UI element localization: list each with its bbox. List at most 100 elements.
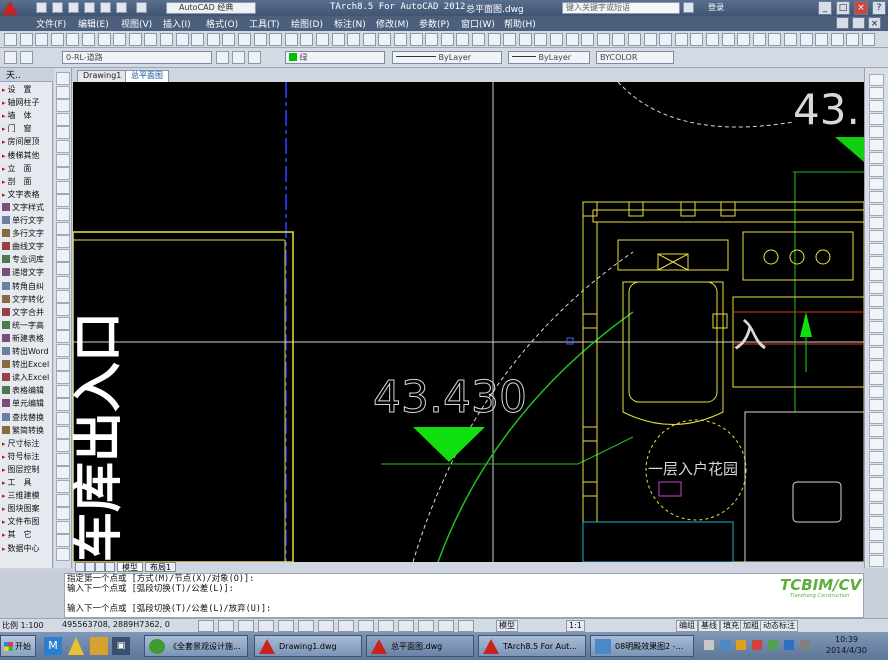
model-space-button[interactable]: 模型	[496, 620, 518, 632]
draw-tool-icon[interactable]	[56, 180, 70, 194]
task-tarch[interactable]: TArch8.5 For Aut...	[478, 635, 586, 657]
group-button[interactable]: 编组	[676, 620, 698, 632]
menu-window[interactable]: 窗口(W)	[461, 17, 495, 30]
palette-item[interactable]: ▸ 门 窗	[2, 123, 52, 134]
tab-nav-next[interactable]	[95, 562, 105, 572]
toolbar-tool-icon[interactable]	[378, 33, 392, 46]
toolbar-tool-icon[interactable]	[440, 33, 454, 46]
draw-tool-icon[interactable]	[56, 412, 70, 425]
drafting-toggle-button[interactable]	[298, 620, 314, 632]
palette-item[interactable]: ▸ 工 具	[2, 477, 52, 488]
drafting-toggle-button[interactable]	[378, 620, 394, 632]
toolbar-tool-icon[interactable]	[612, 33, 626, 46]
clock[interactable]: 10:39 2014/4/30	[826, 634, 867, 656]
redo-icon[interactable]	[136, 2, 147, 13]
modify-tool-icon[interactable]	[869, 321, 884, 333]
modify-tool-icon[interactable]	[869, 256, 884, 268]
undo-icon[interactable]	[116, 2, 127, 13]
maxthon-icon[interactable]: M	[44, 637, 62, 655]
doc-close-button[interactable]: ×	[868, 17, 881, 29]
layer-state-icon[interactable]	[20, 51, 33, 64]
drawing-canvas[interactable]: 43. 43.430 一层入户花园 入 车库出入口	[73, 82, 864, 562]
palette-item[interactable]: ▸ 剖 面	[2, 176, 52, 187]
layer-previous-icon[interactable]	[232, 51, 245, 64]
toolbar-tool-icon[interactable]	[737, 33, 751, 46]
doc-restore-button[interactable]	[852, 17, 865, 29]
palette-item[interactable]: ▸ 图层控制	[2, 464, 52, 475]
modify-tool-icon[interactable]	[869, 334, 884, 346]
plotstyle-dropdown[interactable]: BYCOLOR	[596, 51, 674, 64]
palette-item[interactable]: ▸ 楼梯其他	[2, 150, 52, 161]
modify-tool-icon[interactable]	[869, 464, 884, 476]
draw-tool-icon[interactable]	[56, 303, 70, 317]
fill-button[interactable]: 填充	[720, 620, 742, 632]
toolbar-tool-icon[interactable]	[160, 33, 173, 46]
palette-item[interactable]: 新建表格	[2, 333, 52, 344]
toolbar-tool-icon[interactable]	[284, 33, 298, 46]
toolbar-tool-icon[interactable]	[550, 33, 563, 46]
drafting-toggle-button[interactable]	[318, 620, 334, 632]
draw-tool-icon[interactable]	[56, 344, 70, 357]
palette-item[interactable]: ▸ 数据中心	[2, 543, 52, 554]
plot-icon[interactable]	[100, 2, 111, 13]
task-image-viewer[interactable]: 08明殿效果图2 -...	[590, 635, 694, 657]
menu-parametric[interactable]: 参数(P)	[419, 17, 449, 30]
drafting-toggle-button[interactable]	[398, 620, 414, 632]
bluetooth-icon[interactable]	[784, 640, 794, 650]
palette-item[interactable]: 查找替换	[2, 412, 52, 423]
menu-help[interactable]: 帮助(H)	[504, 17, 536, 30]
tab-nav-first[interactable]	[75, 562, 85, 572]
network-icon[interactable]	[720, 640, 730, 650]
autocad-logo-icon[interactable]	[2, 1, 18, 15]
toolbar-tool-icon[interactable]	[316, 33, 329, 46]
tab-site-plan[interactable]: 总平面图	[125, 70, 169, 82]
palette-item[interactable]: 文字转化	[2, 294, 52, 305]
modify-tool-icon[interactable]	[869, 516, 884, 528]
menu-modify[interactable]: 修改(M)	[376, 17, 409, 30]
annotation-scale[interactable]: 1:1	[566, 620, 585, 632]
draw-tool-icon[interactable]	[56, 167, 70, 181]
toolbar-tool-icon[interactable]	[175, 33, 189, 46]
toolbar-tool-icon[interactable]	[253, 33, 267, 46]
modify-tool-icon[interactable]	[869, 503, 884, 515]
toolbar-tool-icon[interactable]	[206, 33, 220, 46]
draw-tool-icon[interactable]	[56, 221, 70, 235]
toolbar-tool-icon[interactable]	[409, 33, 423, 46]
workspace-switcher[interactable]: AutoCAD 经典	[166, 2, 256, 14]
toolbar-tool-icon[interactable]	[456, 33, 470, 46]
palette-item[interactable]: ▸ 尺寸标注	[2, 438, 52, 449]
modify-tool-icon[interactable]	[869, 399, 884, 411]
toolbar-tool-icon[interactable]	[191, 33, 205, 46]
menu-dimension[interactable]: 标注(N)	[334, 17, 366, 30]
toolbar-tool-icon[interactable]	[222, 33, 236, 46]
menu-draw[interactable]: 绘图(D)	[291, 17, 323, 30]
toolbar-tool-icon[interactable]	[721, 33, 735, 46]
layer-manager-icon[interactable]	[4, 51, 17, 64]
modify-tool-icon[interactable]	[869, 542, 884, 554]
color-dropdown[interactable]: 绿	[285, 51, 385, 64]
draw-tool-icon[interactable]	[56, 194, 70, 208]
toolbar-tool-icon[interactable]	[128, 33, 142, 46]
draw-tool-icon[interactable]	[56, 534, 70, 548]
draw-tool-icon[interactable]	[56, 371, 70, 385]
drafting-toggle-button[interactable]	[218, 620, 234, 632]
modify-tool-icon[interactable]	[869, 204, 884, 216]
folder-icon[interactable]	[90, 637, 108, 655]
toolbar-tool-icon[interactable]	[643, 33, 657, 46]
bold-button[interactable]: 加粗	[740, 620, 762, 632]
doc-minimize-button[interactable]	[836, 17, 849, 29]
tab-layout1[interactable]: 布局1	[145, 562, 177, 572]
toolbar-tool-icon[interactable]	[362, 33, 376, 46]
palette-item[interactable]: ▸ 三维建模	[2, 490, 52, 501]
palette-item[interactable]: ▸ 图块图案	[2, 503, 52, 514]
menu-view[interactable]: 视图(V)	[121, 17, 152, 30]
menu-file[interactable]: 文件(F)	[36, 17, 66, 30]
drafting-toggle-button[interactable]	[358, 620, 374, 632]
draw-tool-icon[interactable]	[56, 425, 70, 439]
modify-tool-icon[interactable]	[869, 243, 884, 255]
tab-model[interactable]: 模型	[117, 562, 143, 572]
modify-tool-icon[interactable]	[869, 360, 884, 372]
toolbar-tool-icon[interactable]	[659, 33, 673, 46]
modify-tool-icon[interactable]	[869, 178, 884, 190]
draw-tool-icon[interactable]	[56, 235, 70, 249]
